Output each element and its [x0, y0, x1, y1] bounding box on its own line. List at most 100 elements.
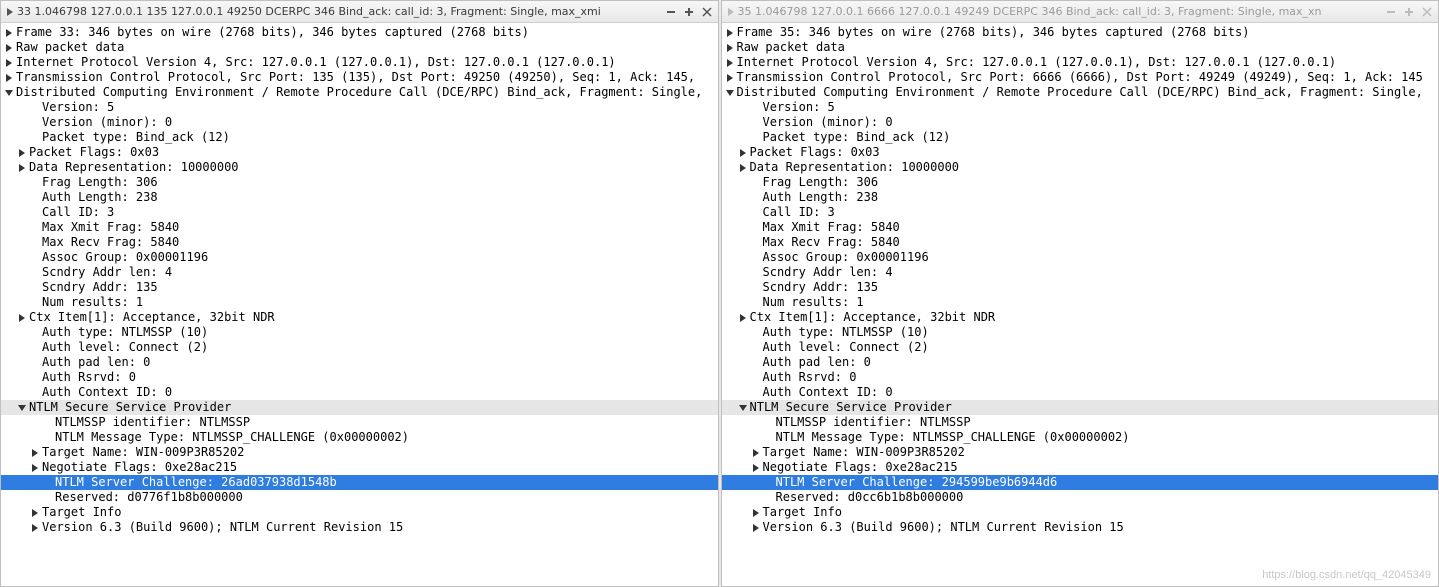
close-button[interactable]	[700, 5, 714, 19]
expand-icon[interactable]	[3, 57, 15, 69]
tree-row[interactable]: Target Name: WIN-009P3R85202	[722, 445, 1439, 460]
tree-row[interactable]: Distributed Computing Environment / Remo…	[1, 85, 718, 100]
tree-row[interactable]: Scndry Addr len: 4	[722, 265, 1439, 280]
tree-row[interactable]: Version 6.3 (Build 9600); NTLM Current R…	[722, 520, 1439, 535]
tree-row[interactable]: Version: 5	[1, 100, 718, 115]
tree-row[interactable]: NTLM Server Challenge: 294599be9b6944d6	[722, 475, 1439, 490]
tree-row[interactable]: Target Info	[722, 505, 1439, 520]
titlebar-expand-icon[interactable]	[726, 6, 738, 18]
tree-row[interactable]: Auth Rsrvd: 0	[722, 370, 1439, 385]
tree-row[interactable]: Target Name: WIN-009P3R85202	[1, 445, 718, 460]
expand-icon[interactable]	[16, 312, 28, 324]
tree-row[interactable]: Num results: 1	[722, 295, 1439, 310]
tree-row[interactable]: Max Xmit Frag: 5840	[1, 220, 718, 235]
maximize-button[interactable]	[682, 5, 696, 19]
tree-row[interactable]: Data Representation: 10000000	[1, 160, 718, 175]
packet-tree-left[interactable]: Frame 33: 346 bytes on wire (2768 bits),…	[1, 23, 718, 586]
tree-row[interactable]: Num results: 1	[1, 295, 718, 310]
expand-icon[interactable]	[3, 42, 15, 54]
packet-tree-right[interactable]: Frame 35: 346 bytes on wire (2768 bits),…	[722, 23, 1439, 586]
expand-icon[interactable]	[724, 72, 736, 84]
tree-row[interactable]: Auth pad len: 0	[722, 355, 1439, 370]
tree-row[interactable]: Scndry Addr: 135	[722, 280, 1439, 295]
collapse-icon[interactable]	[16, 402, 28, 414]
tree-row[interactable]: Frag Length: 306	[1, 175, 718, 190]
tree-row[interactable]: Packet Flags: 0x03	[1, 145, 718, 160]
tree-row[interactable]: Frame 35: 346 bytes on wire (2768 bits),…	[722, 25, 1439, 40]
tree-row[interactable]: Assoc Group: 0x00001196	[1, 250, 718, 265]
tree-row[interactable]: Frame 33: 346 bytes on wire (2768 bits),…	[1, 25, 718, 40]
expand-icon[interactable]	[29, 447, 41, 459]
tree-row[interactable]: Internet Protocol Version 4, Src: 127.0.…	[1, 55, 718, 70]
titlebar-right[interactable]: 35 1.046798 127.0.0.1 6666 127.0.0.1 492…	[722, 1, 1439, 23]
tree-row[interactable]: NTLM Secure Service Provider	[722, 400, 1439, 415]
tree-row[interactable]: NTLM Secure Service Provider	[1, 400, 718, 415]
tree-row[interactable]: Target Info	[1, 505, 718, 520]
expand-icon[interactable]	[16, 162, 28, 174]
expand-icon[interactable]	[750, 522, 762, 534]
expand-icon[interactable]	[29, 522, 41, 534]
collapse-icon[interactable]	[724, 87, 736, 99]
tree-row[interactable]: Auth type: NTLMSSP (10)	[1, 325, 718, 340]
tree-row[interactable]: Scndry Addr len: 4	[1, 265, 718, 280]
expand-icon[interactable]	[750, 447, 762, 459]
tree-row[interactable]: Ctx Item[1]: Acceptance, 32bit NDR	[722, 310, 1439, 325]
expand-icon[interactable]	[737, 147, 749, 159]
tree-row[interactable]: Data Representation: 10000000	[722, 160, 1439, 175]
expand-icon[interactable]	[29, 462, 41, 474]
tree-row[interactable]: Auth level: Connect (2)	[1, 340, 718, 355]
expand-icon[interactable]	[16, 147, 28, 159]
tree-row[interactable]: Assoc Group: 0x00001196	[722, 250, 1439, 265]
tree-row[interactable]: Auth Length: 238	[722, 190, 1439, 205]
titlebar-expand-icon[interactable]	[5, 6, 17, 18]
tree-row[interactable]: Frag Length: 306	[722, 175, 1439, 190]
tree-row[interactable]: Negotiate Flags: 0xe28ac215	[1, 460, 718, 475]
tree-row[interactable]: Auth Context ID: 0	[1, 385, 718, 400]
collapse-icon[interactable]	[3, 87, 15, 99]
tree-row[interactable]: NTLM Server Challenge: 26ad037938d1548b	[1, 475, 718, 490]
tree-row[interactable]: Auth Length: 238	[1, 190, 718, 205]
tree-row[interactable]: Call ID: 3	[722, 205, 1439, 220]
collapse-icon[interactable]	[737, 402, 749, 414]
expand-icon[interactable]	[724, 42, 736, 54]
expand-icon[interactable]	[737, 312, 749, 324]
tree-row[interactable]: Scndry Addr: 135	[1, 280, 718, 295]
expand-icon[interactable]	[724, 27, 736, 39]
titlebar-left[interactable]: 33 1.046798 127.0.0.1 135 127.0.0.1 4925…	[1, 1, 718, 23]
tree-row[interactable]: Negotiate Flags: 0xe28ac215	[722, 460, 1439, 475]
minimize-button[interactable]	[1384, 5, 1398, 19]
tree-row[interactable]: Distributed Computing Environment / Remo…	[722, 85, 1439, 100]
tree-row[interactable]: Version 6.3 (Build 9600); NTLM Current R…	[1, 520, 718, 535]
tree-row[interactable]: Max Recv Frag: 5840	[722, 235, 1439, 250]
expand-icon[interactable]	[750, 462, 762, 474]
tree-row[interactable]: Auth Context ID: 0	[722, 385, 1439, 400]
tree-row[interactable]: Internet Protocol Version 4, Src: 127.0.…	[722, 55, 1439, 70]
expand-icon[interactable]	[750, 507, 762, 519]
tree-row[interactable]: Version: 5	[722, 100, 1439, 115]
tree-row[interactable]: NTLM Message Type: NTLMSSP_CHALLENGE (0x…	[722, 430, 1439, 445]
tree-row[interactable]: Max Xmit Frag: 5840	[722, 220, 1439, 235]
expand-icon[interactable]	[724, 57, 736, 69]
tree-row[interactable]: NTLMSSP identifier: NTLMSSP	[1, 415, 718, 430]
tree-row[interactable]: Max Recv Frag: 5840	[1, 235, 718, 250]
tree-row[interactable]: Version (minor): 0	[1, 115, 718, 130]
expand-icon[interactable]	[29, 507, 41, 519]
maximize-button[interactable]	[1402, 5, 1416, 19]
tree-row[interactable]: Auth Rsrvd: 0	[1, 370, 718, 385]
tree-row[interactable]: Packet type: Bind_ack (12)	[722, 130, 1439, 145]
tree-row[interactable]: Transmission Control Protocol, Src Port:…	[1, 70, 718, 85]
tree-row[interactable]: Reserved: d0776f1b8b000000	[1, 490, 718, 505]
tree-row[interactable]: Raw packet data	[1, 40, 718, 55]
tree-row[interactable]: Raw packet data	[722, 40, 1439, 55]
tree-row[interactable]: NTLM Message Type: NTLMSSP_CHALLENGE (0x…	[1, 430, 718, 445]
tree-row[interactable]: Reserved: d0cc6b1b8b000000	[722, 490, 1439, 505]
expand-icon[interactable]	[737, 162, 749, 174]
tree-row[interactable]: Packet type: Bind_ack (12)	[1, 130, 718, 145]
tree-row[interactable]: Ctx Item[1]: Acceptance, 32bit NDR	[1, 310, 718, 325]
tree-row[interactable]: Transmission Control Protocol, Src Port:…	[722, 70, 1439, 85]
expand-icon[interactable]	[3, 72, 15, 84]
minimize-button[interactable]	[664, 5, 678, 19]
tree-row[interactable]: Version (minor): 0	[722, 115, 1439, 130]
tree-row[interactable]: Call ID: 3	[1, 205, 718, 220]
tree-row[interactable]: Auth level: Connect (2)	[722, 340, 1439, 355]
